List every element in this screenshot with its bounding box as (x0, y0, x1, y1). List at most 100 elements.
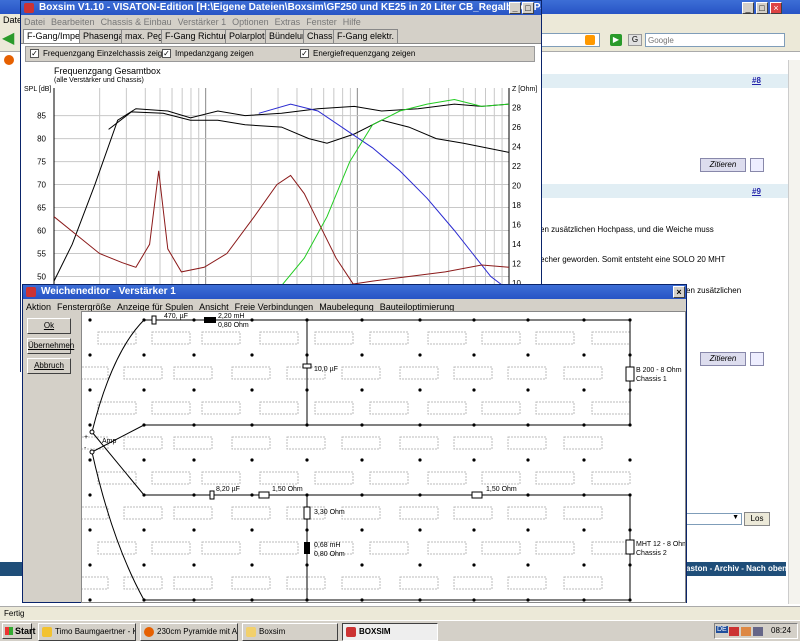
ok-button[interactable]: Ok (27, 318, 71, 334)
resistor-r3 (303, 506, 311, 520)
label-r1: 1,50 Ohm (272, 486, 303, 493)
jump-select[interactable]: ▼ (686, 513, 742, 525)
label-l1b: 0,80 Ohm (218, 322, 249, 329)
slot-box (369, 401, 409, 415)
close-icon[interactable]: × (770, 2, 782, 14)
reply-icon[interactable] (750, 158, 764, 172)
go-icon[interactable]: ▶ (610, 34, 622, 46)
label-l1a: 2,20 mH (218, 313, 245, 320)
slot-box (314, 331, 354, 345)
slot-box (123, 506, 163, 520)
slot-box (481, 331, 521, 345)
check-single-chassis[interactable]: ✓ Frequenzgang Einzelchassis zeigen (30, 47, 171, 61)
grid-node (88, 563, 92, 567)
grid-node (472, 563, 476, 567)
y2tick-label: 14 (512, 240, 521, 249)
y2tick-label: 18 (512, 201, 521, 210)
grid-node (192, 528, 196, 532)
ytick-label: 80 (37, 135, 46, 144)
firefox-icon (4, 55, 14, 65)
schematic-canvas[interactable]: 470, µF 2,20 mH 0,80 Ohm 10,0 µF B 200 -… (81, 311, 686, 603)
task-item-2[interactable]: 230cm Pyramide mit AL2... (140, 623, 238, 641)
grid-node (582, 528, 586, 532)
grid-node (88, 528, 92, 532)
slot-box (535, 401, 575, 415)
cancel-button[interactable]: Abbruch (27, 358, 71, 374)
checkbox-icon: ✓ (300, 49, 309, 59)
boxsim-menu-item-4[interactable]: Optionen (232, 17, 269, 27)
tab-7[interactable]: F-Gang elektr. (333, 29, 399, 43)
check-energy[interactable]: ✓ Energiefrequenzgang zeigen (300, 47, 415, 61)
search-engine-icon[interactable]: G (628, 34, 642, 46)
grid-node (418, 353, 422, 357)
boxsim-menu-item-2[interactable]: Chassis & Einbau (101, 17, 172, 27)
grid-node (582, 388, 586, 392)
slot-box (369, 471, 409, 485)
minimize-icon[interactable]: _ (742, 2, 754, 14)
quote-button-8[interactable]: Zitieren (700, 158, 746, 172)
grid-node (526, 528, 530, 532)
check-impedance[interactable]: ✓ Impedanzgang zeigen (162, 47, 254, 61)
maximize-icon[interactable]: □ (756, 2, 768, 14)
grid-node (88, 423, 92, 427)
boxsim-menu-item-3[interactable]: Verstärker 1 (178, 17, 227, 27)
boxsim-menu-item-1[interactable]: Bearbeiten (51, 17, 95, 27)
weichen-menu-item-0[interactable]: Aktion (26, 302, 51, 312)
taskbar: Start Timo Baumgaertner - Kal... 230cm P… (0, 620, 800, 641)
slot-box (151, 401, 191, 415)
slot-box (591, 541, 631, 555)
post-number-9[interactable]: #9 (752, 187, 761, 196)
slot-box (507, 366, 547, 380)
task-item-4[interactable]: BOXSIM (342, 623, 438, 641)
boxsim-maximize-icon[interactable]: □ (522, 2, 534, 14)
go-button[interactable]: Los (744, 512, 770, 526)
slot-box (481, 401, 521, 415)
lang-indicator[interactable]: DE (716, 626, 728, 633)
slot-box (97, 401, 137, 415)
page-scrollbar[interactable] (788, 60, 800, 604)
grid-node (142, 528, 146, 532)
mail-icon (42, 627, 52, 637)
boxsim-menu-item-5[interactable]: Extras (275, 17, 301, 27)
label-plus: + (84, 434, 89, 441)
slot-box (173, 436, 213, 450)
tray-icon-2[interactable] (741, 627, 751, 636)
start-button[interactable]: Start (2, 623, 36, 639)
slot-box (369, 331, 409, 345)
label-minus: - (84, 445, 87, 452)
check-impedance-label: Impedanzgang zeigen (175, 49, 254, 58)
slot-box (201, 331, 241, 345)
footer-link-a[interactable]: aston (686, 564, 707, 573)
checkbox-icon: ✓ (30, 49, 39, 59)
ytick-label: 65 (37, 204, 46, 213)
boxsim-minimize-icon[interactable]: _ (509, 2, 521, 14)
browser-close-area: _ □ × (742, 1, 798, 14)
inductor-l1 (204, 317, 216, 323)
weichen-close-icon[interactable]: × (673, 286, 685, 298)
task-item-1[interactable]: Timo Baumgaertner - Kal... (38, 623, 136, 641)
label-ch1b: Chassis 1 (636, 376, 667, 383)
grid-node (88, 493, 92, 497)
system-tray: DE 08:24 (714, 623, 798, 639)
task-item-3[interactable]: Boxsim (242, 623, 338, 641)
boxsim-menu-item-0[interactable]: Datei (24, 17, 45, 27)
slot-box (453, 436, 493, 450)
slot-box (481, 541, 521, 555)
footer-link-archiv[interactable]: Archiv (714, 564, 739, 573)
y2tick-label: 12 (512, 260, 521, 269)
footer-link-top[interactable]: Nach oben (746, 564, 787, 573)
search-input[interactable] (645, 33, 785, 47)
slot-box (563, 576, 603, 590)
tray-icon-3[interactable] (753, 627, 763, 636)
ytick-label: 75 (37, 158, 46, 167)
y2tick-label: 24 (512, 143, 521, 152)
boxsim-menu-item-6[interactable]: Fenster (306, 17, 337, 27)
tray-icon-1[interactable] (729, 627, 739, 636)
apply-button[interactable]: Übernehmen (27, 338, 74, 354)
rss-icon[interactable] (585, 35, 595, 45)
post-number-8[interactable]: #8 (752, 76, 761, 85)
reply-icon-9[interactable] (750, 352, 764, 366)
back-button[interactable]: ◀ (2, 30, 18, 48)
boxsim-menu-item-7[interactable]: Hilfe (343, 17, 361, 27)
quote-button-9[interactable]: Zitieren (700, 352, 746, 366)
